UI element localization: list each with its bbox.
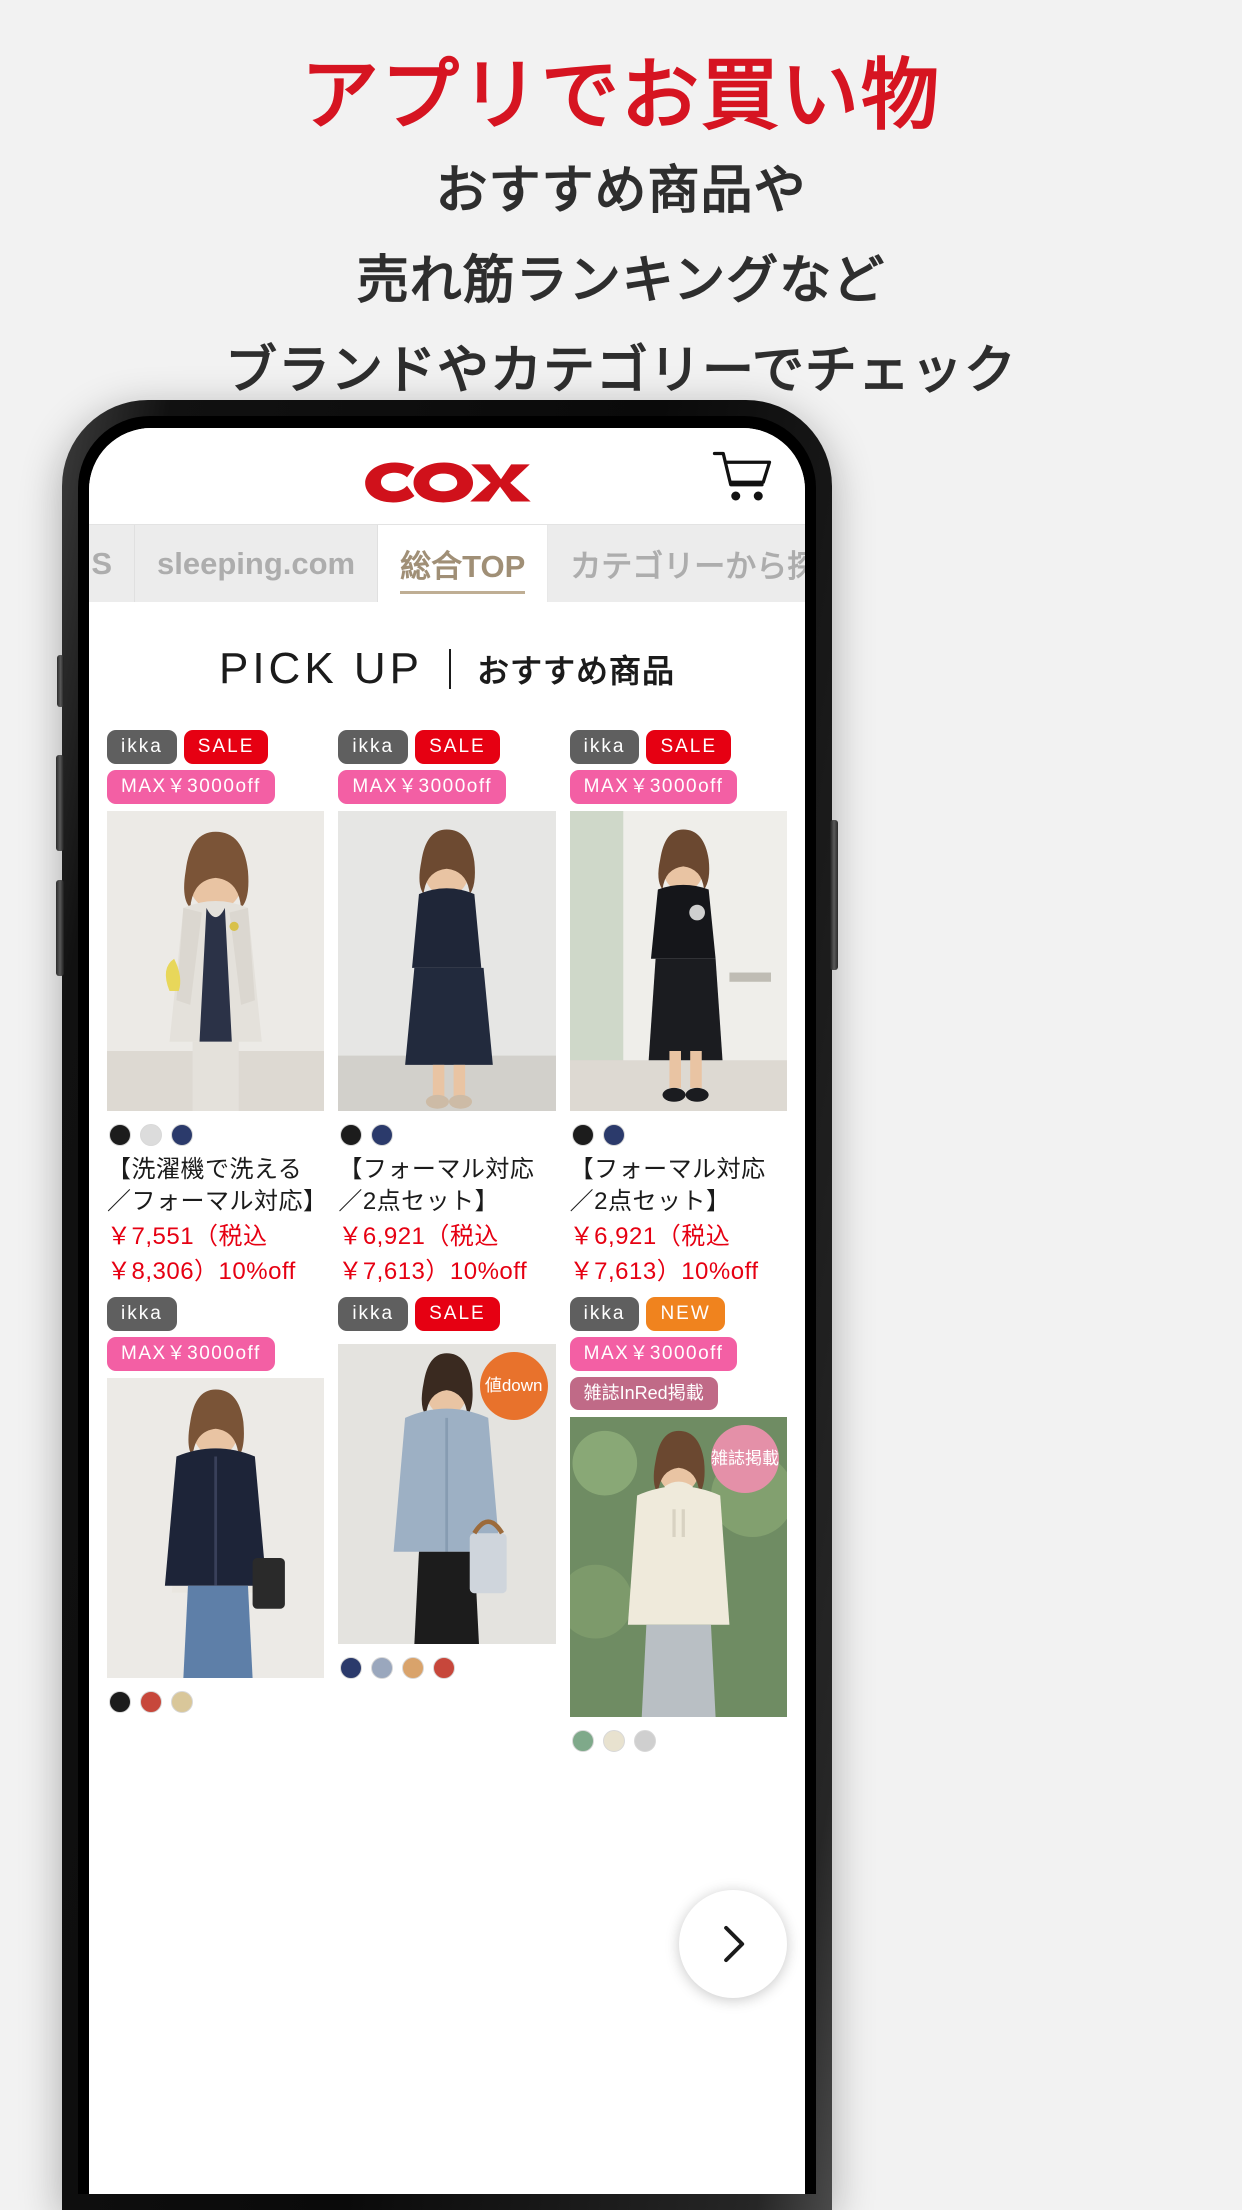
photo-tag-magazine: 雑誌掲載 [710, 1425, 779, 1494]
tab-browse-by-category[interactable]: カテゴリーから探す [548, 525, 805, 602]
badge-brand: ikka [107, 1297, 177, 1332]
next-carousel-button[interactable] [679, 1890, 787, 1998]
product-price-line-1: ￥6,921（税込 [338, 1223, 499, 1250]
badge-list: ikka SALE MAX￥3000off [338, 730, 555, 804]
product-image[interactable] [107, 811, 325, 1111]
product-title: 【フォーマル対応／2点セット】GOKU楽… [338, 1156, 535, 1215]
swatch[interactable] [602, 1730, 625, 1753]
phone-frame: S sleeping.com 総合TOP カテゴリーから探す PICK UP お… [56, 400, 838, 2210]
badge-discount: MAX￥3000off [338, 770, 507, 804]
promo-subtitle-line-2: 売れ筋ランキングなど [356, 252, 886, 311]
promo-header: アプリでお買い物 おすすめ商品や 売れ筋ランキングなど ブランドやカテゴリーでチ… [0, 0, 1242, 409]
swatch[interactable] [433, 1657, 456, 1680]
phone-bezel: S sleeping.com 総合TOP カテゴリーから探す PICK UP お… [78, 416, 816, 2194]
volume-up-button [56, 755, 64, 851]
product-title: 【洗濯機で洗える／フォーマル対応】ウォ… [107, 1156, 316, 1215]
badge-discount: MAX￥3000off [107, 770, 275, 804]
volume-down-button [56, 880, 64, 976]
swatch[interactable] [371, 1124, 394, 1146]
swatch[interactable] [602, 1124, 625, 1146]
phone-mockup: S sleeping.com 総合TOP カテゴリーから探す PICK UP お… [56, 400, 1180, 2210]
swatch[interactable] [109, 1124, 131, 1146]
product-image[interactable] [569, 811, 787, 1111]
tab-sleeping-com[interactable]: sleeping.com [135, 525, 379, 602]
promo-subtitle-line-1: おすすめ商品や [435, 162, 807, 221]
product-card[interactable]: ikka SALE MAX￥3000off [107, 730, 325, 1287]
swatch[interactable] [171, 1691, 193, 1714]
swatch[interactable] [340, 1124, 363, 1146]
badge-list: ikka SALE MAX￥3000off [569, 730, 787, 804]
product-card[interactable]: ikka SALE MAX￥3000off [338, 730, 556, 1287]
badge-sale: SALE [415, 730, 500, 764]
badge-sale: SALE [415, 1297, 500, 1332]
badge-discount: MAX￥3000off [569, 770, 738, 804]
product-title: 【フォーマル対応／2点セット】GOKU楽… [569, 1156, 766, 1215]
pickup-heading-jp: おすすめ商品 [477, 653, 676, 689]
badge-brand: ikka [569, 1297, 640, 1332]
product-image[interactable] [338, 811, 556, 1111]
color-swatches[interactable] [107, 1678, 324, 1721]
badge-list: ikka NEW MAX￥3000off 雑誌InRed掲載 [569, 1297, 787, 1411]
badge-list: ikka SALE MAX￥3000off [107, 730, 324, 804]
color-swatches[interactable] [338, 1111, 555, 1154]
swatch[interactable] [340, 1657, 363, 1680]
badge-brand: ikka [338, 730, 409, 764]
product-image[interactable]: 値down [338, 1344, 556, 1645]
badge-new: NEW [646, 1297, 725, 1332]
pickup-heading-divider [449, 649, 452, 689]
badge-brand: ikka [338, 1297, 409, 1332]
promo-title: アプリでお買い物 [300, 51, 941, 139]
product-image[interactable] [107, 1378, 325, 1679]
swatch[interactable] [371, 1657, 394, 1680]
product-card[interactable]: ikka NEW MAX￥3000off 雑誌InRed掲載 雑誌掲載 [569, 1297, 787, 1760]
product-price-line-2: ￥8,306）10%off [107, 1257, 296, 1285]
swatch[interactable] [633, 1730, 656, 1753]
swatch[interactable] [571, 1124, 594, 1146]
product-card[interactable]: ikka SALE 値down [338, 1297, 556, 1760]
swatch[interactable] [140, 1124, 162, 1146]
color-swatches[interactable] [570, 1717, 787, 1760]
swatch[interactable] [140, 1691, 162, 1714]
badge-sale: SALE [646, 730, 732, 764]
color-swatches[interactable] [338, 1644, 555, 1687]
pickup-section-heading: PICK UP おすすめ商品 [89, 602, 805, 730]
product-image[interactable]: 雑誌掲載 [569, 1417, 787, 1718]
badge-list: ikka MAX￥3000off [107, 1297, 324, 1372]
cart-button[interactable] [709, 445, 775, 507]
badge-magazine: 雑誌InRed掲載 [569, 1377, 718, 1411]
badge-discount: MAX￥3000off [569, 1337, 738, 1372]
tab-partial-left[interactable]: S [89, 525, 135, 602]
product-card[interactable]: ikka MAX￥3000off [107, 1297, 325, 1760]
cox-logo[interactable] [354, 455, 540, 509]
tab-bar[interactable]: S sleeping.com 総合TOP カテゴリーから探す [89, 524, 805, 602]
app-header [89, 428, 805, 524]
pickup-heading-en: PICK UP [218, 644, 424, 693]
badge-brand: ikka [107, 730, 177, 764]
product-price-line-1: ￥7,551（税込 [107, 1223, 268, 1250]
swatch[interactable] [571, 1730, 594, 1753]
swatch[interactable] [402, 1657, 425, 1680]
app-screen: S sleeping.com 総合TOP カテゴリーから探す PICK UP お… [89, 428, 805, 2194]
promo-subtitle-line-3: ブランドやカテゴリーでチェック [225, 342, 1017, 401]
badge-sale: SALE [183, 730, 269, 764]
badge-list: ikka SALE [338, 1297, 555, 1337]
product-price-line-2: ￥7,613）10%off [338, 1257, 528, 1285]
power-button [830, 820, 838, 970]
swatch[interactable] [109, 1691, 131, 1714]
product-grid: ikka SALE MAX￥3000off 【洗濯機で洗える／フォーマル対応】 … [89, 730, 805, 1761]
silent-switch-icon [57, 655, 64, 707]
product-card[interactable]: ikka SALE MAX￥3000off [569, 730, 787, 1287]
product-price-line-1: ￥6,921（税込 [569, 1223, 731, 1250]
color-swatches[interactable] [570, 1111, 787, 1154]
product-price-line-2: ￥7,613）10%off [569, 1257, 759, 1285]
color-swatches[interactable] [107, 1111, 324, 1154]
swatch[interactable] [171, 1124, 193, 1146]
badge-discount: MAX￥3000off [107, 1337, 275, 1372]
tab-general-top[interactable]: 総合TOP [378, 525, 549, 602]
badge-brand: ikka [569, 730, 640, 764]
photo-tag-price-down: 値down [479, 1352, 548, 1421]
